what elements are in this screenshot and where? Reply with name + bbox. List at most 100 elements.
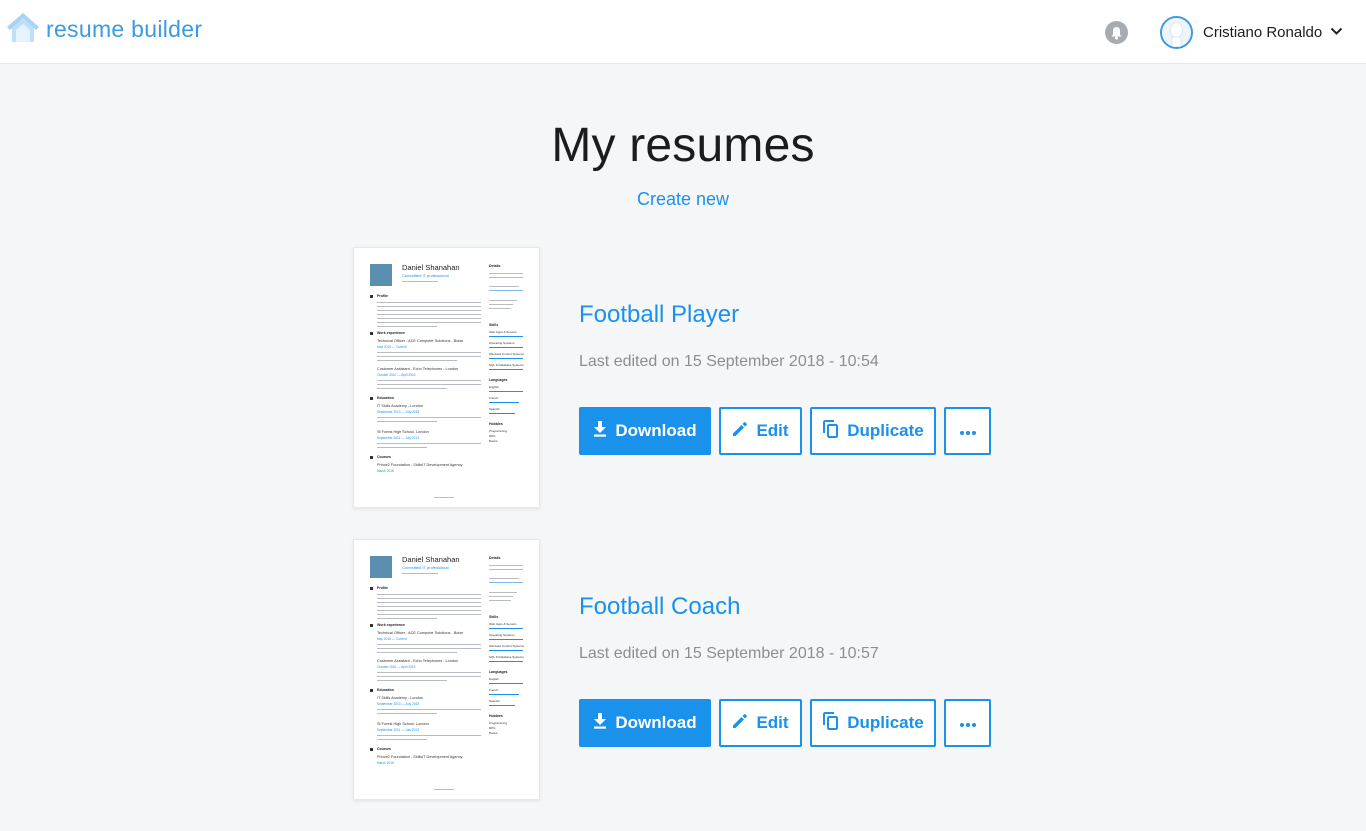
chevron-down-icon — [1330, 23, 1343, 41]
download-icon — [593, 420, 607, 442]
resume-preview: Daniel Shanahan Committed IT professiona… — [354, 248, 539, 507]
download-label: Download — [615, 713, 697, 732]
preview-skill: Web Apps & Servers — [489, 330, 517, 334]
preview-edu2: St Forest High School, London — [377, 722, 429, 726]
create-new-link-wrap: Create new — [0, 189, 1366, 210]
preview-job2: Customer Assistant - Echo Telephones - L… — [377, 367, 459, 371]
edit-label: Edit — [756, 421, 789, 440]
logo-text: resume builder — [46, 15, 203, 42]
pencil-icon — [732, 421, 748, 442]
preview-job1: Technical Officer - ACE Computer Solutio… — [377, 631, 464, 635]
preview-hobby: Books — [489, 439, 498, 443]
resume-photo — [370, 556, 392, 578]
resume-title[interactable]: Football Player — [579, 301, 739, 329]
preview-edu1-date: September 2013 — July 2015 — [377, 410, 420, 414]
preview-edu2-date: September 2011 — July 2013 — [377, 436, 419, 440]
page-title: My resumes — [551, 119, 815, 172]
logo[interactable]: resume builder — [6, 12, 202, 46]
resume-last-edited: Last edited on 15 September 2018 - 10:54 — [579, 353, 879, 370]
preview-skill: SQL & Database Systems — [489, 655, 524, 659]
preview-language: French — [489, 688, 499, 692]
resume-actions: Download Edit Duplicate — [579, 407, 991, 455]
preview-hobby: Programming — [489, 721, 508, 725]
preview-section-languages: Languages — [489, 378, 508, 382]
preview-language: French — [489, 396, 499, 400]
preview-section-skills: Skills — [489, 615, 499, 619]
preview-hobby: RPG — [489, 726, 496, 730]
edit-button[interactable]: Edit — [719, 699, 802, 747]
preview-hobby: Books — [489, 731, 498, 735]
preview-job2: Customer Assistant - Echo Telephones - L… — [377, 659, 459, 663]
preview-section-details: Details — [489, 556, 501, 560]
edit-button[interactable]: Edit — [719, 407, 802, 455]
preview-section-profile: Profile — [377, 294, 388, 298]
preview-hobby: RPG — [489, 434, 496, 438]
top-header: resume builder Cristiano Ronaldo — [0, 0, 1366, 64]
download-button[interactable]: Download — [579, 407, 711, 455]
preview-language: English — [489, 385, 499, 389]
preview-skill: Operating Systems — [489, 341, 515, 345]
pencil-icon — [732, 713, 748, 734]
more-dots-icon — [959, 713, 977, 733]
preview-skill: Operating Systems — [489, 633, 515, 637]
preview-section-education: Education — [377, 396, 394, 400]
preview-section-courses: Courses — [377, 747, 392, 751]
preview-section-hobbies: Hobbies — [489, 422, 503, 426]
preview-skill: SQL & Database Systems — [489, 363, 524, 367]
preview-subtitle: Committed IT professional — [402, 273, 449, 278]
copy-icon — [822, 419, 839, 443]
preview-section-hobbies: Hobbies — [489, 714, 503, 718]
duplicate-button[interactable]: Duplicate — [810, 699, 936, 747]
preview-job2-date: October 2010 — April 2015 — [377, 665, 416, 669]
user-menu[interactable]: Cristiano Ronaldo — [1160, 15, 1343, 49]
notifications-bell-icon[interactable] — [1105, 21, 1128, 44]
preview-hobby: Programming — [489, 429, 508, 433]
preview-skill: Windows Control Systems — [489, 352, 525, 356]
preview-section-languages: Languages — [489, 670, 508, 674]
preview-course1-date: March 2016 — [377, 761, 394, 765]
duplicate-label: Duplicate — [847, 713, 924, 732]
preview-section-skills: Skills — [489, 323, 499, 327]
resume-actions: Download Edit Duplicate — [579, 699, 991, 747]
preview-edu2-date: September 2011 — July 2013 — [377, 728, 419, 732]
preview-edu2: St Forest High School, London — [377, 430, 429, 434]
more-dots-icon — [959, 421, 977, 441]
edit-label: Edit — [756, 713, 789, 732]
copy-icon — [822, 711, 839, 735]
resume-card: Daniel Shanahan Committed IT professiona… — [353, 539, 1013, 801]
preview-skill: Windows Control Systems — [489, 644, 525, 648]
resume-title[interactable]: Football Coach — [579, 593, 740, 621]
avatar — [1160, 15, 1193, 49]
resume-preview: Daniel Shanahan Committed IT professiona… — [354, 540, 539, 799]
resume-last-edited: Last edited on 15 September 2018 - 10:57 — [579, 645, 879, 662]
preview-section-work: Work experience — [377, 623, 405, 627]
preview-language: Spanish — [489, 699, 500, 703]
preview-edu1: IT Skills Academy - London — [377, 696, 423, 700]
preview-job2-date: October 2010 — April 2015 — [377, 373, 416, 377]
preview-section-courses: Courses — [377, 455, 392, 459]
duplicate-label: Duplicate — [847, 421, 924, 440]
preview-course1: Prince2 Foundation - SkillsIT Developmen… — [377, 755, 463, 759]
preview-section-profile: Profile — [377, 586, 388, 590]
create-new-link[interactable]: Create new — [637, 189, 729, 209]
resume-card: Daniel Shanahan Committed IT professiona… — [353, 247, 1013, 509]
logo-icon — [6, 12, 40, 46]
more-options-button[interactable] — [944, 699, 991, 747]
preview-job1-date: May 2015 — Current — [377, 345, 407, 349]
resume-thumbnail[interactable]: Daniel Shanahan Committed IT professiona… — [353, 247, 540, 508]
preview-name: Daniel Shanahan — [402, 555, 460, 564]
download-icon — [593, 712, 607, 734]
more-options-button[interactable] — [944, 407, 991, 455]
preview-edu1-date: September 2013 — July 2015 — [377, 702, 420, 706]
preview-name: Daniel Shanahan — [402, 263, 460, 272]
duplicate-button[interactable]: Duplicate — [810, 407, 936, 455]
user-name: Cristiano Ronaldo — [1203, 23, 1323, 41]
preview-language: Spanish — [489, 407, 500, 411]
preview-job1-date: May 2015 — Current — [377, 637, 407, 641]
preview-course1-date: March 2016 — [377, 469, 394, 473]
download-button[interactable]: Download — [579, 699, 711, 747]
preview-edu1: IT Skills Academy - London — [377, 404, 423, 408]
download-label: Download — [615, 421, 697, 440]
resume-thumbnail[interactable]: Daniel Shanahan Committed IT professiona… — [353, 539, 540, 800]
preview-section-details: Details — [489, 264, 501, 268]
